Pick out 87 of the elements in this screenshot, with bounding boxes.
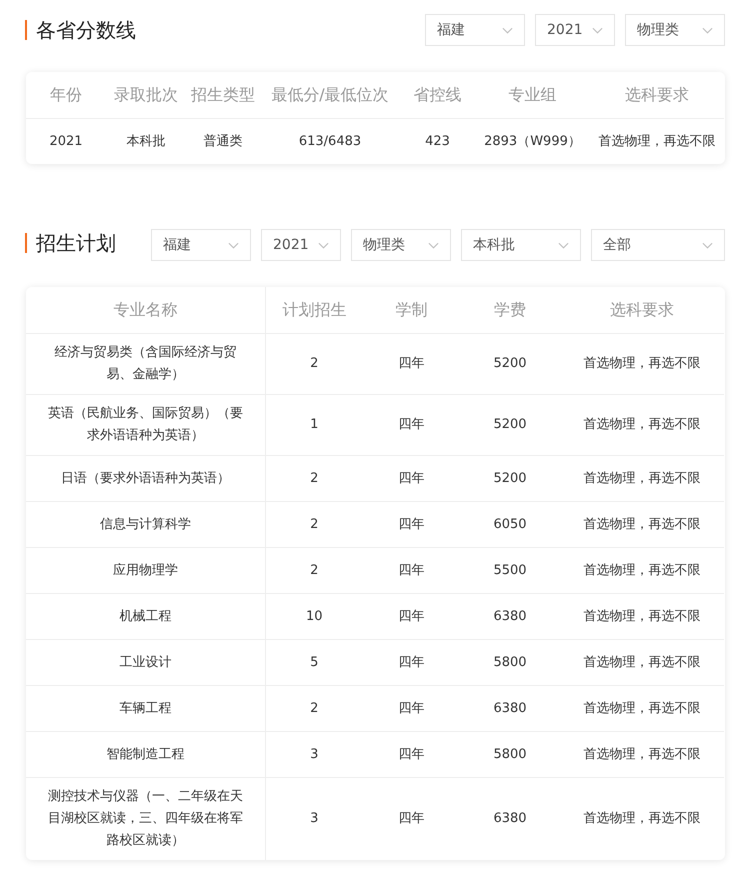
table-cell: 3 bbox=[265, 778, 363, 860]
table-cell: 四年 bbox=[363, 732, 460, 778]
column-header: 计划招生 bbox=[265, 287, 363, 334]
dropdown[interactable]: 物理类 bbox=[351, 229, 451, 261]
table-cell: 四年 bbox=[363, 594, 460, 640]
table-cell: 车辆工程 bbox=[26, 686, 265, 732]
table-cell: 日语（要求外语语种为英语） bbox=[26, 456, 265, 502]
dropdown[interactable]: 福建 bbox=[151, 229, 251, 261]
dropdown[interactable]: 全部 bbox=[591, 229, 725, 261]
table-cell: 本科批 bbox=[106, 118, 186, 164]
table-cell: 5800 bbox=[460, 732, 560, 778]
table-cell: 英语（民航业务、国际贸易）（要求外语语种为英语） bbox=[26, 394, 265, 456]
table-cell: 四年 bbox=[363, 548, 460, 594]
table-cell: 3 bbox=[265, 732, 363, 778]
column-header: 专业组 bbox=[475, 72, 590, 118]
table-cell: 2 bbox=[265, 686, 363, 732]
dropdown[interactable]: 2021 bbox=[261, 229, 341, 261]
table-cell: 5200 bbox=[460, 394, 560, 456]
table-cell: 首选物理，再选不限 bbox=[560, 548, 724, 594]
table-cell: 613/6483 bbox=[260, 118, 400, 164]
section-title: 招生计划 bbox=[25, 233, 116, 253]
table-cell: 2 bbox=[265, 334, 363, 394]
table-cell: 5800 bbox=[460, 640, 560, 686]
column-header: 专业名称 bbox=[26, 287, 265, 334]
section-title: 各省分数线 bbox=[25, 20, 136, 40]
table-cell: 10 bbox=[265, 594, 363, 640]
table-cell: 机械工程 bbox=[26, 594, 265, 640]
table-cell: 经济与贸易类（含国际经济与贸易、金融学） bbox=[26, 334, 265, 394]
table-cell: 6380 bbox=[460, 594, 560, 640]
table-cell: 四年 bbox=[363, 334, 460, 394]
table-cell: 四年 bbox=[363, 778, 460, 860]
table-cell: 5500 bbox=[460, 548, 560, 594]
chevron-icon bbox=[502, 26, 513, 34]
table-cell: 首选物理，再选不限 bbox=[560, 394, 724, 456]
table-cell: 应用物理学 bbox=[26, 548, 265, 594]
table-cell: 首选物理，再选不限 bbox=[590, 118, 724, 164]
table-cell: 四年 bbox=[363, 456, 460, 502]
chevron-icon bbox=[228, 242, 239, 248]
table-cell: 首选物理，再选不限 bbox=[560, 640, 724, 686]
table-cell: 2 bbox=[265, 548, 363, 594]
table-cell: 首选物理，再选不限 bbox=[560, 594, 724, 640]
column-header: 省控线 bbox=[400, 72, 475, 118]
chevron-icon bbox=[592, 26, 603, 34]
table-cell: 423 bbox=[400, 118, 475, 164]
dropdown[interactable]: 福建 bbox=[425, 14, 525, 46]
table-cell: 四年 bbox=[363, 394, 460, 456]
table-cell: 2893（W999） bbox=[475, 118, 590, 164]
table-cell: 5200 bbox=[460, 456, 560, 502]
table-cell: 6380 bbox=[460, 686, 560, 732]
chevron-icon bbox=[702, 242, 713, 248]
dropdown[interactable]: 物理类 bbox=[625, 14, 725, 46]
column-header: 最低分/最低位次 bbox=[260, 72, 400, 118]
table-cell: 测控技术与仪器（一、二年级在天目湖校区就读，三、四年级在将军路校区就读） bbox=[26, 778, 265, 860]
table-cell: 6050 bbox=[460, 502, 560, 548]
table-cell: 普通类 bbox=[186, 118, 260, 164]
table-cell: 四年 bbox=[363, 686, 460, 732]
table-cell: 2 bbox=[265, 456, 363, 502]
table-cell: 5200 bbox=[460, 334, 560, 394]
table-cell: 首选物理，再选不限 bbox=[560, 732, 724, 778]
column-header: 年份 bbox=[26, 72, 106, 118]
table-cell: 5 bbox=[265, 640, 363, 686]
chevron-icon bbox=[428, 242, 439, 248]
table-cell: 6380 bbox=[460, 778, 560, 860]
table-cell: 首选物理，再选不限 bbox=[560, 334, 724, 394]
chevron-icon bbox=[318, 242, 329, 248]
table-cell: 2021 bbox=[26, 118, 106, 164]
dropdown[interactable]: 2021 bbox=[535, 14, 615, 46]
table-cell: 智能制造工程 bbox=[26, 732, 265, 778]
table-cell: 首选物理，再选不限 bbox=[560, 686, 724, 732]
chevron-icon bbox=[558, 242, 569, 248]
column-header: 学费 bbox=[460, 287, 560, 334]
table-cell: 信息与计算科学 bbox=[26, 502, 265, 548]
table-cell: 工业设计 bbox=[26, 640, 265, 686]
table-cell: 首选物理，再选不限 bbox=[560, 456, 724, 502]
column-header: 招生类型 bbox=[186, 72, 260, 118]
table-cell: 四年 bbox=[363, 502, 460, 548]
column-header: 学制 bbox=[363, 287, 460, 334]
table-cell: 1 bbox=[265, 394, 363, 456]
column-header: 选科要求 bbox=[560, 287, 724, 334]
column-header: 录取批次 bbox=[106, 72, 186, 118]
table-cell: 首选物理，再选不限 bbox=[560, 502, 724, 548]
table-cell: 首选物理，再选不限 bbox=[560, 778, 724, 860]
table-cell: 2 bbox=[265, 502, 363, 548]
chevron-icon bbox=[702, 26, 713, 34]
dropdown[interactable]: 本科批 bbox=[461, 229, 581, 261]
column-header: 选科要求 bbox=[590, 72, 724, 118]
table-cell: 四年 bbox=[363, 640, 460, 686]
